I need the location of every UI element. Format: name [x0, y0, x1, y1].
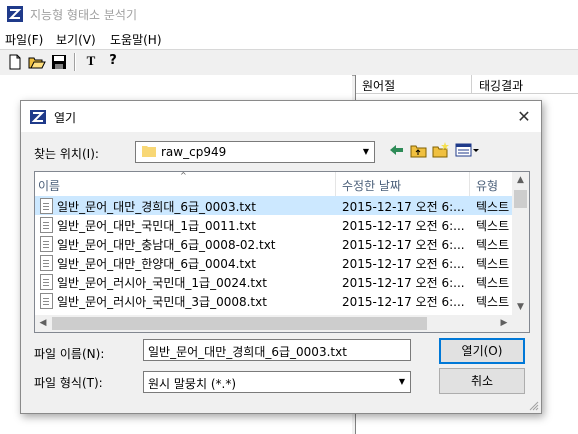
chevron-down-icon[interactable]: ▼ — [358, 142, 374, 162]
file-date: 2015-12-17 오전 6:... — [342, 276, 465, 290]
back-arrow-icon[interactable] — [388, 140, 406, 160]
menubar: 파일(F) 보기(V) 도움말(H) — [0, 28, 578, 49]
help-icon[interactable]: ? — [104, 53, 122, 71]
look-in-value: raw_cp949 — [161, 145, 227, 159]
file-type: 텍스트 — [476, 257, 510, 271]
open-folder-icon[interactable] — [28, 53, 46, 71]
file-row[interactable]: 일반_문어_대만_한양대_6급_0004.txt 2015-12-17 오전 6… — [35, 253, 513, 272]
dialog-titlebar[interactable]: 열기 ✕ — [21, 101, 541, 132]
column-date-modified[interactable]: 수정한 날짜 — [342, 177, 401, 194]
file-type: 텍스트 — [476, 238, 510, 252]
file-name: 일반_문어_대만_한양대_6급_0004.txt — [57, 257, 256, 271]
text-file-icon — [40, 236, 53, 252]
resize-grip-icon[interactable] — [529, 401, 539, 411]
file-row[interactable]: 일반_문어_러시아_국민대_1급_0024.txt 2015-12-17 오전 … — [35, 272, 513, 291]
result-table-header: 원어절 태깅결과 — [356, 75, 578, 94]
cancel-button[interactable]: 취소 — [439, 368, 525, 394]
save-icon[interactable] — [50, 53, 68, 71]
sort-ascending-icon: ^ — [180, 171, 187, 180]
file-name-input[interactable]: 일반_문어_대만_경희대_6급_0003.txt — [143, 339, 411, 361]
column-divider[interactable] — [469, 172, 470, 196]
text-file-icon — [40, 293, 53, 309]
horizontal-scrollbar[interactable]: ◀ ▶ — [35, 315, 512, 332]
app-logo-icon — [30, 110, 46, 124]
file-date: 2015-12-17 오전 6:... — [342, 200, 465, 214]
file-type-label: 파일 형식(T): — [34, 376, 103, 390]
up-folder-icon[interactable] — [410, 140, 428, 160]
file-name-label: 파일 이름(N): — [34, 347, 105, 361]
scroll-corner — [512, 315, 529, 332]
scroll-left-icon[interactable]: ◀ — [35, 315, 51, 332]
folder-icon — [142, 146, 156, 157]
menu-view[interactable]: 보기(V) — [56, 31, 96, 48]
vertical-scrollbar[interactable]: ▲ ▼ — [512, 172, 529, 315]
chevron-down-icon[interactable]: ▼ — [394, 372, 410, 392]
file-date: 2015-12-17 오전 6:... — [342, 257, 465, 271]
toolbar: T ? — [0, 49, 578, 76]
column-original-eojeol[interactable]: 원어절 — [362, 77, 395, 94]
open-file-dialog: 열기 ✕ 찾는 위치(I): raw_cp949 ▼ 이름 ^ 수정한 날짜 유… — [20, 100, 542, 414]
text-file-icon — [40, 255, 53, 271]
file-list-header: 이름 ^ 수정한 날짜 유형 — [35, 172, 529, 196]
menu-file[interactable]: 파일(F) — [5, 31, 43, 48]
look-in-label: 찾는 위치(I): — [34, 147, 99, 161]
column-divider[interactable] — [335, 172, 336, 196]
file-date: 2015-12-17 오전 6:... — [342, 219, 465, 233]
text-file-icon — [40, 274, 53, 290]
app-logo-icon — [7, 6, 23, 22]
file-type: 텍스트 — [476, 276, 510, 290]
menu-help[interactable]: 도움말(H) — [110, 31, 162, 48]
column-tagging-result[interactable]: 태깅결과 — [479, 77, 523, 94]
scroll-down-icon[interactable]: ▼ — [512, 299, 529, 315]
file-row[interactable]: 일반_문어_대만_경희대_6급_0003.txt 2015-12-17 오전 6… — [35, 196, 513, 215]
scroll-thumb[interactable] — [52, 317, 427, 330]
new-folder-icon[interactable] — [432, 140, 450, 160]
new-file-icon[interactable] — [6, 53, 24, 71]
file-date: 2015-12-17 오전 6:... — [342, 295, 465, 309]
file-name: 일반_문어_대만_경희대_6급_0003.txt — [57, 200, 256, 214]
file-name: 일반_문어_대만_충남대_6급_0008-02.txt — [57, 238, 276, 252]
file-name: 일반_문어_러시아_국민대_3급_0008.txt — [57, 295, 267, 309]
file-type: 텍스트 — [476, 200, 510, 214]
file-type-value: 원시 말뭉치 (*.*) — [148, 377, 237, 391]
file-type: 텍스트 — [476, 219, 510, 233]
open-button[interactable]: 열기(O) — [439, 338, 525, 364]
file-name: 일반_문어_러시아_국민대_1급_0024.txt — [57, 276, 267, 290]
scroll-up-icon[interactable]: ▲ — [512, 172, 529, 188]
file-type: 텍스트 — [476, 295, 510, 309]
dialog-title: 열기 — [54, 111, 77, 125]
column-divider[interactable] — [471, 75, 472, 93]
scroll-thumb[interactable] — [514, 190, 527, 208]
file-row[interactable]: 일반_문어_러시아_국민대_3급_0008.txt 2015-12-17 오전 … — [35, 291, 513, 310]
file-row[interactable]: 일반_문어_대만_충남대_6급_0008-02.txt 2015-12-17 오… — [35, 234, 513, 253]
look-in-dropdown[interactable]: raw_cp949 ▼ — [135, 141, 375, 163]
app-title: 지능형 형태소 분석기 — [30, 8, 137, 22]
file-list: 이름 ^ 수정한 날짜 유형 일반_문어_대만_경희대_6급_0003.txt … — [34, 171, 530, 333]
file-type-dropdown[interactable]: 원시 말뭉치 (*.*) ▼ — [143, 371, 411, 393]
text-mode-button[interactable]: T — [82, 53, 100, 71]
toolbar-separator — [74, 53, 76, 71]
file-date: 2015-12-17 오전 6:... — [342, 238, 465, 252]
column-name[interactable]: 이름 — [38, 177, 60, 194]
file-row[interactable]: 일반_문어_대만_국민대_1급_0011.txt 2015-12-17 오전 6… — [35, 215, 513, 234]
text-file-icon — [40, 217, 53, 233]
text-file-icon — [40, 198, 53, 214]
app-titlebar: 지능형 형태소 분석기 — [0, 0, 578, 28]
view-menu-icon[interactable] — [455, 140, 481, 160]
file-name-input-value: 일반_문어_대만_경희대_6급_0003.txt — [148, 345, 347, 359]
column-type[interactable]: 유형 — [476, 177, 498, 194]
file-name: 일반_문어_대만_국민대_1급_0011.txt — [57, 219, 256, 233]
close-icon[interactable]: ✕ — [513, 106, 535, 128]
scroll-right-icon[interactable]: ▶ — [496, 315, 512, 332]
